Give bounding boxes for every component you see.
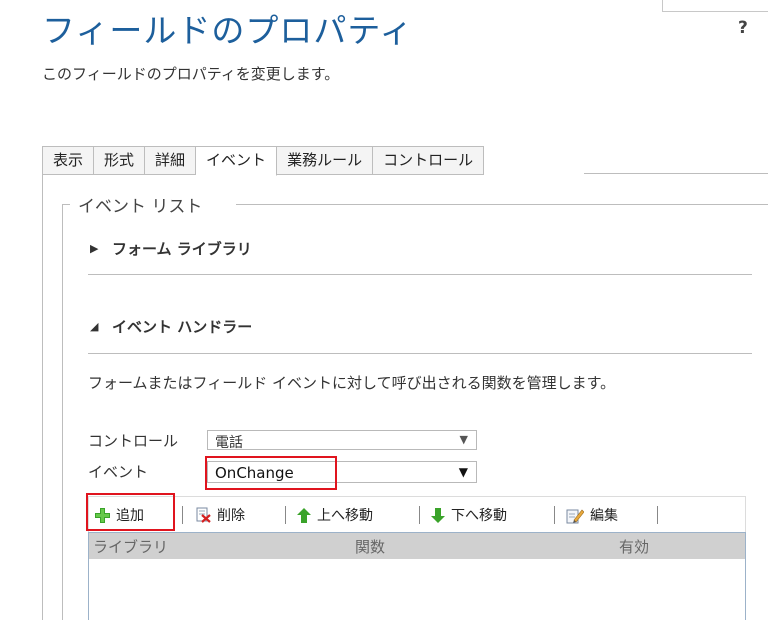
move-down-button-label: 下へ移動 — [451, 508, 507, 524]
tab-controls[interactable]: コントロール — [373, 146, 485, 175]
tab-bar: 表示 形式 詳細 イベント 業務ルール コントロール — [42, 146, 485, 176]
move-down-button[interactable]: 下へ移動 — [431, 505, 507, 525]
edit-button-label: 編集 — [590, 508, 618, 524]
tab-display[interactable]: 表示 — [42, 146, 95, 175]
arrow-down-icon — [431, 507, 445, 523]
delete-icon — [195, 507, 211, 523]
handler-toolbar: 追加 削除 上へ移動 下へ移動 編集 — [88, 496, 746, 532]
delete-button-label: 削除 — [217, 508, 245, 524]
column-header-function[interactable]: 関数 — [355, 536, 385, 557]
toolbar-separator — [554, 506, 555, 524]
event-handlers-label: イベント ハンドラー — [112, 318, 253, 336]
divider — [88, 353, 752, 354]
panel-border — [42, 174, 43, 620]
arrow-up-icon — [297, 507, 311, 523]
page-subtitle: このフィールドのプロパティを変更します。 — [42, 65, 340, 83]
tab-divider — [584, 173, 768, 174]
fieldset-border — [62, 204, 63, 620]
divider — [88, 274, 752, 275]
toolbar-separator — [285, 506, 286, 524]
move-up-button[interactable]: 上へ移動 — [297, 505, 373, 525]
form-library-section-toggle[interactable]: ▶ フォーム ライブラリ — [90, 238, 252, 259]
event-handlers-section-toggle[interactable]: ◢ イベント ハンドラー — [90, 316, 252, 337]
dropdown-arrow-icon: ▼ — [458, 465, 468, 479]
event-handlers-description: フォームまたはフィールド イベントに対して呼び出される関数を管理します。 — [88, 374, 616, 392]
control-label: コントロール — [88, 432, 179, 450]
expanded-triangle-icon: ◢ — [90, 320, 99, 333]
grid-header: ライブラリ 関数 有効 — [89, 533, 745, 559]
event-select-value: OnChange — [215, 464, 294, 482]
control-select[interactable]: 電話 ▼ — [207, 430, 477, 451]
event-list-legend: イベント リスト — [76, 192, 205, 217]
delete-button[interactable]: 削除 — [195, 505, 245, 525]
collapsed-triangle-icon: ▶ — [90, 242, 99, 255]
column-header-library[interactable]: ライブラリ — [93, 536, 168, 557]
page-title: フィールドのプロパティ — [42, 11, 414, 50]
add-button[interactable]: 追加 — [95, 505, 144, 525]
tab-events[interactable]: イベント — [196, 146, 278, 176]
tab-format[interactable]: 形式 — [94, 146, 146, 175]
control-select-value: 電話 — [215, 435, 243, 451]
top-right-frame — [662, 0, 768, 12]
edit-button[interactable]: 編集 — [566, 505, 618, 525]
dropdown-arrow-icon: ▼ — [459, 433, 468, 446]
form-library-label: フォーム ライブラリ — [112, 240, 252, 258]
edit-icon — [566, 507, 584, 524]
add-button-label: 追加 — [116, 508, 144, 524]
toolbar-separator — [419, 506, 420, 524]
tab-details[interactable]: 詳細 — [145, 146, 197, 175]
toolbar-separator — [182, 506, 183, 524]
help-button[interactable]: ? — [738, 18, 748, 38]
plus-icon — [95, 507, 110, 523]
event-label: イベント — [88, 463, 149, 481]
fieldset-border — [62, 204, 70, 205]
toolbar-separator — [657, 506, 658, 524]
handler-grid: ライブラリ 関数 有効 — [88, 532, 746, 620]
tab-business-rules[interactable]: 業務ルール — [277, 146, 374, 175]
event-select[interactable]: OnChange ▼ — [207, 461, 477, 483]
move-up-button-label: 上へ移動 — [317, 508, 373, 524]
column-header-enabled[interactable]: 有効 — [619, 536, 649, 557]
fieldset-border — [236, 204, 768, 205]
